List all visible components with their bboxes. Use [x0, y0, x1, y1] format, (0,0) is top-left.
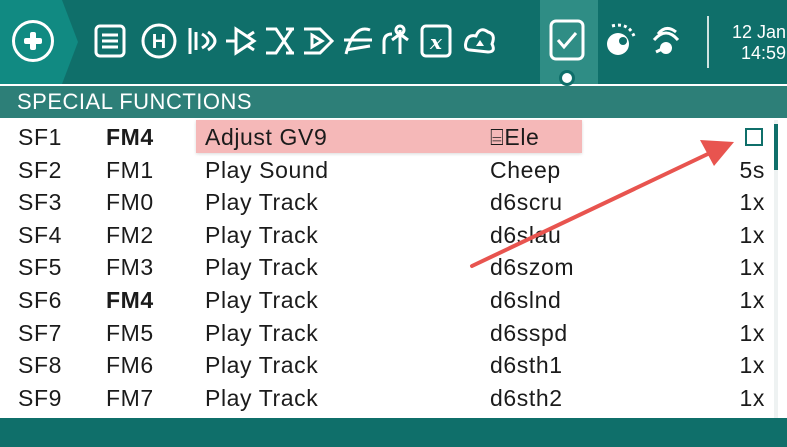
svg-text:H: H — [152, 31, 166, 53]
function-name[interactable]: Play Track — [205, 320, 318, 347]
repeat-value[interactable]: 1x — [740, 254, 766, 281]
scroll-thumb[interactable] — [774, 124, 778, 170]
function-param[interactable]: d6sspd — [490, 320, 568, 347]
flight-mode: FM3 — [106, 254, 154, 281]
curves-icon[interactable] — [340, 20, 376, 62]
active-tab-indicator — [559, 70, 575, 86]
flight-mode: FM7 — [106, 384, 154, 411]
function-param[interactable]: d6sth1 — [490, 352, 563, 379]
repeat-value[interactable]: 1x — [740, 352, 766, 379]
top-toolbar: H x 12 Jan 14:59 — [0, 0, 787, 84]
sf-index: SF3 — [18, 189, 62, 216]
svg-text:x: x — [429, 30, 443, 54]
function-name[interactable]: Play Track — [205, 254, 318, 281]
scrollbar[interactable] — [774, 120, 778, 420]
repeat-value[interactable]: 1x — [740, 189, 766, 216]
sf-index: SF8 — [18, 352, 62, 379]
table-row[interactable]: SF4 FM2 Play Track d6slau 1x — [0, 218, 787, 251]
enable-checkbox[interactable] — [745, 128, 763, 146]
plus-icon — [12, 20, 54, 62]
repeat-value[interactable]: 1x — [740, 222, 766, 249]
mixes-icon[interactable] — [262, 20, 298, 62]
sf-index: SF7 — [18, 319, 62, 346]
flight-modes-icon[interactable] — [184, 20, 220, 62]
sf-index: SF4 — [18, 221, 62, 248]
clock-date: 12 Jan — [731, 22, 786, 42]
sf-index: SF5 — [18, 254, 62, 281]
function-name[interactable]: Play Track — [205, 352, 318, 379]
function-param[interactable]: Cheep — [490, 157, 561, 184]
clock: 12 Jan 14:59 — [714, 22, 786, 64]
table-row[interactable]: SF9 FM7 Play Track d6sth2 1x — [0, 381, 787, 414]
function-name[interactable]: Play Track — [205, 222, 318, 249]
table-row[interactable]: SF6 FM4 Play Track d6slnd 1x — [0, 283, 787, 316]
clock-time: 14:59 — [740, 43, 786, 63]
function-param[interactable]: d6szom — [490, 254, 574, 281]
telemetry-icon[interactable] — [462, 20, 498, 62]
home-button[interactable] — [0, 0, 78, 84]
table-row[interactable]: SF8 FM6 Play Track d6sth1 1x — [0, 348, 787, 381]
bottom-bar — [0, 418, 787, 447]
table-row[interactable]: SF1 FM4 Adjust GV9 ⌸Ele — [0, 120, 787, 153]
special-functions-table: SF1 FM4 Adjust GV9 ⌸Ele SF2 FM1 Play Sou… — [0, 120, 787, 413]
flight-mode: FM5 — [106, 319, 154, 346]
function-param[interactable]: ⌸Ele — [490, 124, 539, 151]
sf-index: SF1 — [18, 124, 62, 150]
function-name[interactable]: Play Track — [205, 385, 318, 412]
function-param[interactable]: d6slau — [490, 222, 561, 249]
heli-setup-icon[interactable]: H — [138, 20, 180, 62]
function-param[interactable]: d6sth2 — [490, 385, 563, 412]
function-name[interactable]: Adjust GV9 — [205, 124, 327, 151]
flight-mode: FM0 — [106, 189, 154, 216]
repeat-value[interactable]: 5s — [740, 157, 766, 184]
wireless-icon[interactable] — [648, 20, 684, 62]
clock-divider — [707, 16, 709, 68]
repeat-value[interactable]: 1x — [740, 287, 766, 314]
table-row[interactable]: SF5 FM3 Play Track d6szom 1x — [0, 250, 787, 283]
repeat-value[interactable]: 1x — [740, 320, 766, 347]
sf-index: SF6 — [18, 286, 62, 313]
function-param[interactable]: d6slnd — [490, 287, 561, 314]
inputs-icon[interactable] — [222, 20, 258, 62]
flight-mode: FM1 — [106, 156, 154, 183]
table-row[interactable]: SF7 FM5 Play Track d6sspd 1x — [0, 316, 787, 349]
sf-index: SF2 — [18, 156, 62, 183]
function-name[interactable]: Play Track — [205, 287, 318, 314]
page-title: SPECIAL FUNCTIONS — [0, 86, 787, 118]
function-name[interactable]: Play Track — [205, 189, 318, 216]
flight-mode: FM4 — [106, 124, 154, 150]
flight-mode: FM6 — [106, 352, 154, 379]
function-param[interactable]: d6scru — [490, 189, 563, 216]
repeat-value[interactable]: 1x — [740, 385, 766, 412]
global-variables-icon[interactable]: x — [418, 20, 454, 62]
table-row[interactable]: SF2 FM1 Play Sound Cheep 5s — [0, 153, 787, 186]
function-name[interactable]: Play Sound — [205, 157, 329, 184]
trainer-icon[interactable] — [602, 20, 638, 62]
flight-mode: FM2 — [106, 221, 154, 248]
outputs-icon[interactable] — [300, 20, 336, 62]
sf-index: SF9 — [18, 384, 62, 411]
flight-mode: FM4 — [106, 286, 154, 313]
logical-switches-icon[interactable] — [378, 20, 414, 62]
table-row[interactable]: SF3 FM0 Play Track d6scru 1x — [0, 185, 787, 218]
model-setup-icon[interactable] — [92, 20, 128, 62]
